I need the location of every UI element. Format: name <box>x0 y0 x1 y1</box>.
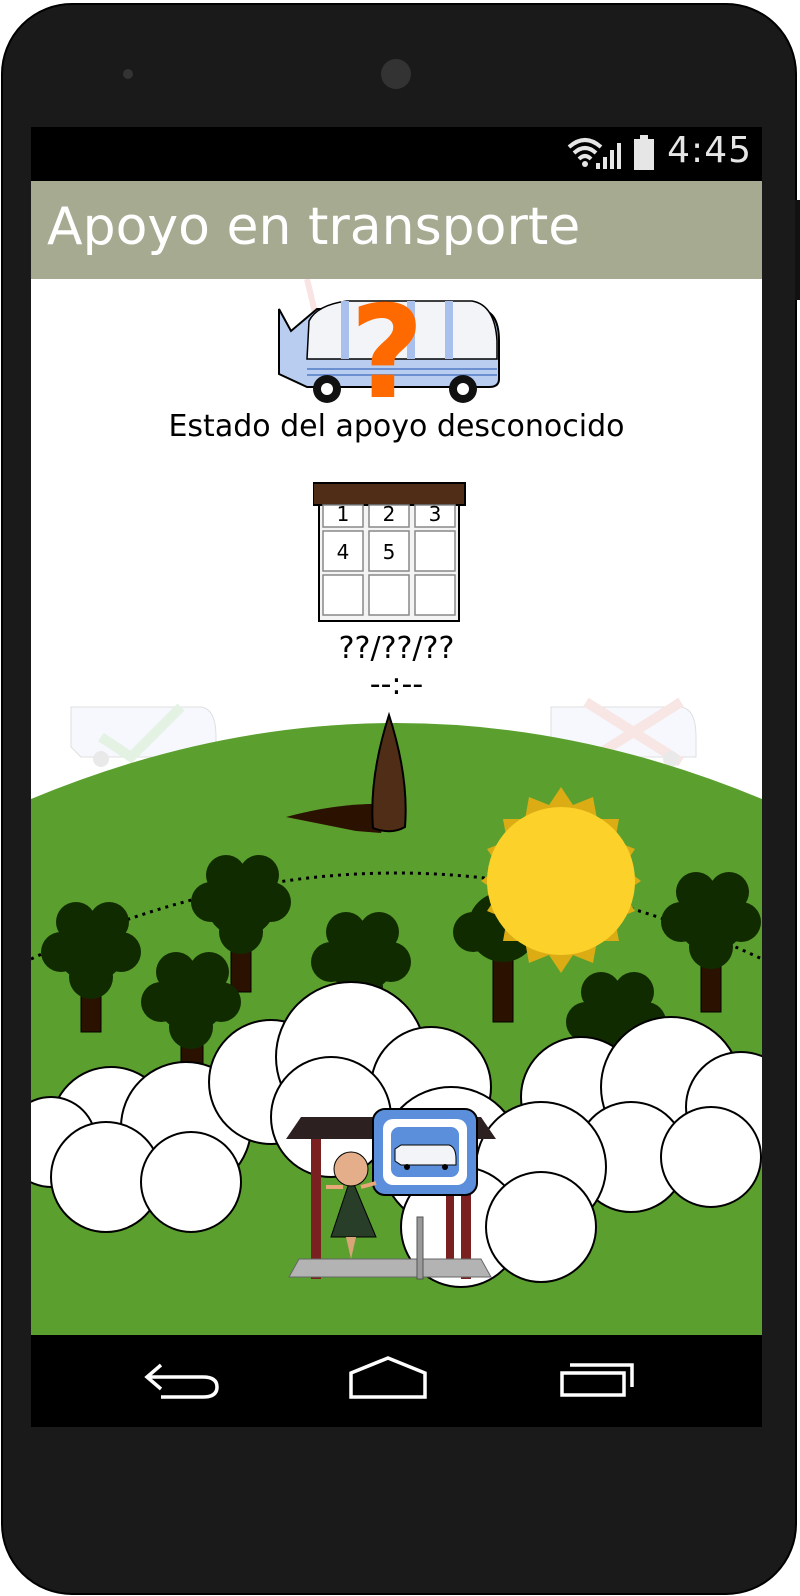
screen: 4:45 Apoyo en transporte ? Estado del ap… <box>31 127 762 1427</box>
front-camera <box>381 59 411 89</box>
proximity-sensor <box>123 69 133 79</box>
home-button[interactable] <box>343 1355 433 1409</box>
calendar-day: 5 <box>383 540 396 564</box>
landscape-scene <box>31 697 762 1335</box>
recents-button[interactable] <box>556 1355 646 1409</box>
unknown-marker: ? <box>350 279 424 409</box>
cellular-signal-icon <box>596 143 621 169</box>
calendar-day: 2 <box>383 502 396 526</box>
app-bar: Apoyo en transporte <box>31 181 762 279</box>
calendar-icon[interactable]: 1 2 3 4 5 <box>313 481 467 625</box>
back-button[interactable] <box>141 1355 231 1409</box>
date-text: ??/??/?? <box>338 631 455 666</box>
battery-icon <box>634 135 654 170</box>
calendar-day: 4 <box>337 540 350 564</box>
status-clock: 4:45 <box>667 130 752 171</box>
support-status-text: Estado del apoyo desconocido <box>168 409 625 444</box>
app-title: Apoyo en transporte <box>47 197 581 257</box>
calendar-day: 1 <box>337 502 350 526</box>
bus-unknown-status-icon[interactable]: ? <box>277 279 507 409</box>
navigation-bar <box>31 1335 762 1427</box>
calendar-day: 3 <box>429 502 442 526</box>
status-bar: 4:45 <box>31 127 762 181</box>
